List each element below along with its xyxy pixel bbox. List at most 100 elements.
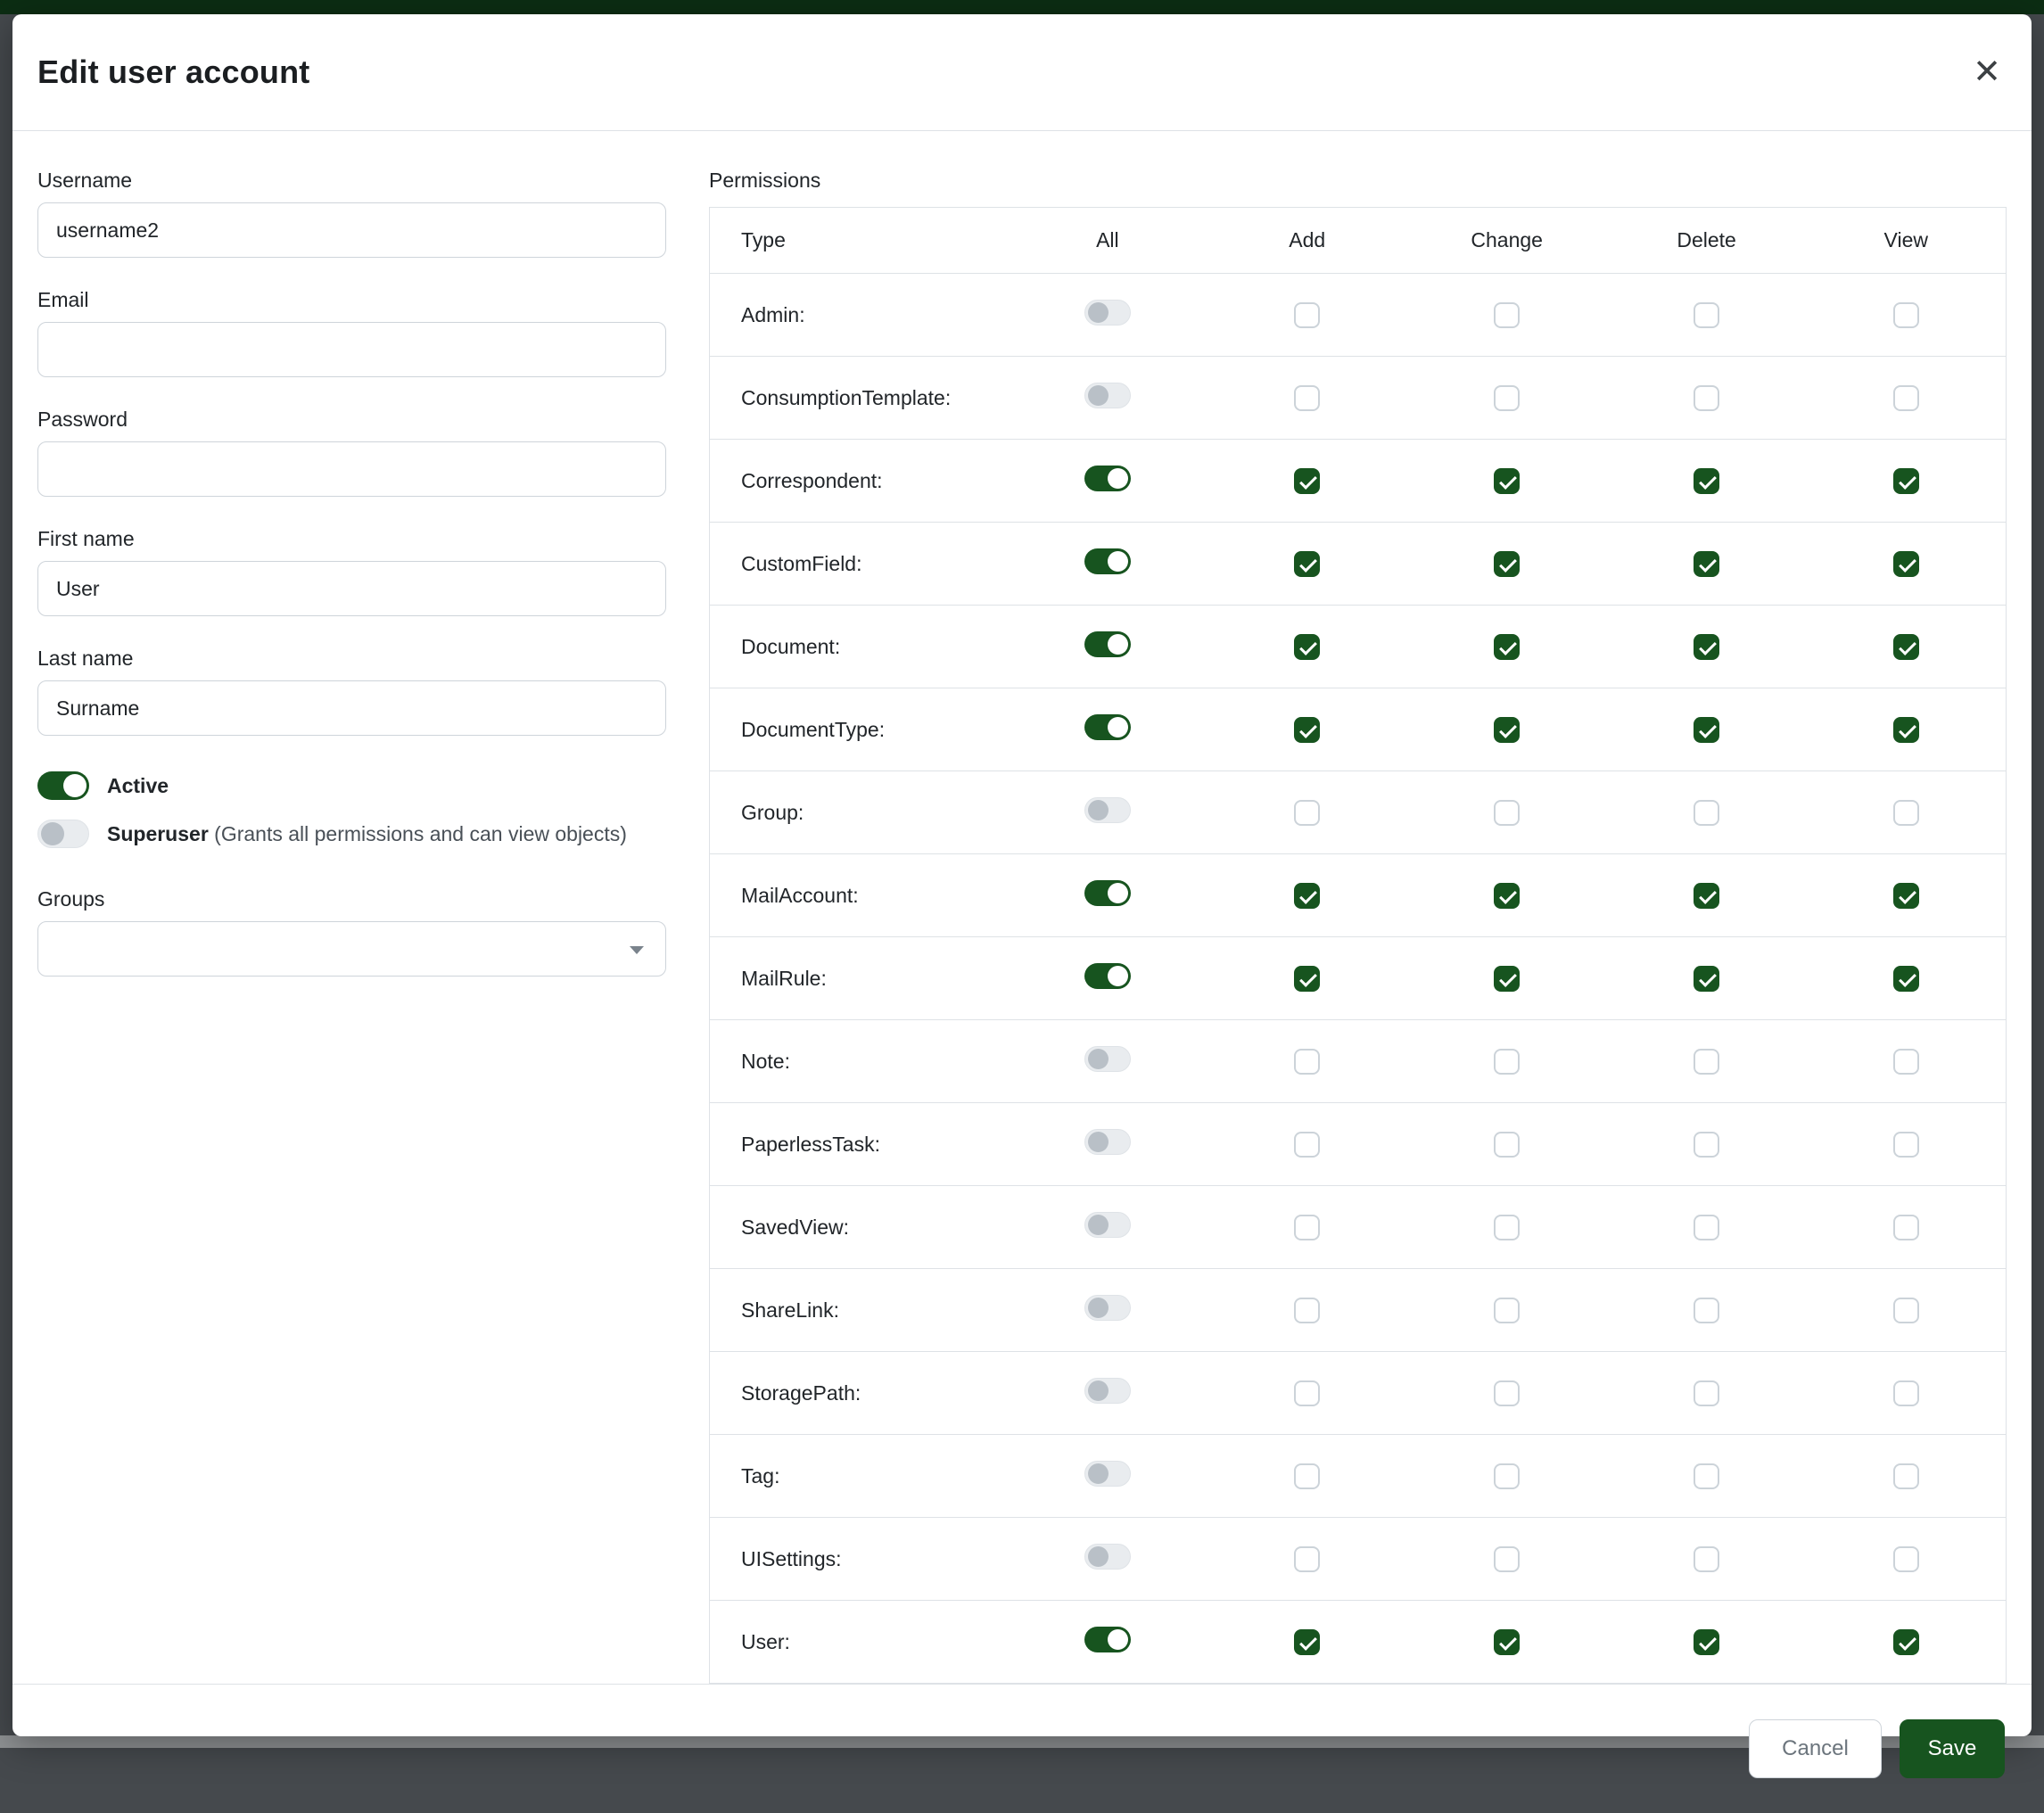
permission-change-checkbox[interactable]: [1494, 302, 1520, 328]
permission-change-checkbox[interactable]: [1494, 1629, 1520, 1655]
permission-change-checkbox[interactable]: [1494, 800, 1520, 826]
permission-add-checkbox[interactable]: [1294, 717, 1320, 743]
permission-add-checkbox[interactable]: [1294, 634, 1320, 660]
permission-change-checkbox[interactable]: [1494, 883, 1520, 909]
permission-delete-checkbox[interactable]: [1694, 385, 1719, 411]
permission-all-toggle[interactable]: [1084, 631, 1131, 657]
permission-change-checkbox[interactable]: [1494, 634, 1520, 660]
permission-all-toggle[interactable]: [1084, 466, 1131, 491]
permission-view-checkbox[interactable]: [1893, 800, 1919, 826]
permission-change-checkbox[interactable]: [1494, 717, 1520, 743]
permission-view-checkbox[interactable]: [1893, 551, 1919, 577]
permission-delete-checkbox[interactable]: [1694, 800, 1719, 826]
permission-view-checkbox[interactable]: [1893, 1463, 1919, 1489]
permission-view-checkbox[interactable]: [1893, 1215, 1919, 1240]
permission-change-checkbox[interactable]: [1494, 1132, 1520, 1158]
close-icon[interactable]: ✕: [1967, 55, 2007, 89]
permission-view-checkbox[interactable]: [1893, 468, 1919, 494]
permission-add-checkbox[interactable]: [1294, 1298, 1320, 1323]
permission-add-checkbox[interactable]: [1294, 1049, 1320, 1075]
permission-add-checkbox[interactable]: [1294, 883, 1320, 909]
permission-view-checkbox[interactable]: [1893, 1298, 1919, 1323]
permission-cell-all: [1008, 1020, 1207, 1103]
permission-add-checkbox[interactable]: [1294, 385, 1320, 411]
permission-view-checkbox[interactable]: [1893, 1546, 1919, 1572]
permission-delete-checkbox[interactable]: [1694, 1463, 1719, 1489]
permission-delete-checkbox[interactable]: [1694, 468, 1719, 494]
permission-view-checkbox[interactable]: [1893, 385, 1919, 411]
permission-all-toggle[interactable]: [1084, 1046, 1131, 1072]
permission-view-checkbox[interactable]: [1893, 634, 1919, 660]
permission-add-checkbox[interactable]: [1294, 966, 1320, 992]
permission-delete-checkbox[interactable]: [1694, 883, 1719, 909]
permission-all-toggle[interactable]: [1084, 797, 1131, 823]
password-input[interactable]: [37, 441, 666, 497]
permission-all-toggle[interactable]: [1084, 548, 1131, 574]
permission-delete-checkbox[interactable]: [1694, 1298, 1719, 1323]
permission-delete-checkbox[interactable]: [1694, 551, 1719, 577]
permission-delete-checkbox[interactable]: [1694, 634, 1719, 660]
permission-cell-all: [1008, 854, 1207, 937]
permission-change-checkbox[interactable]: [1494, 1546, 1520, 1572]
permission-all-toggle[interactable]: [1084, 1461, 1131, 1487]
permission-view-checkbox[interactable]: [1893, 1629, 1919, 1655]
permission-change-checkbox[interactable]: [1494, 1380, 1520, 1406]
active-toggle[interactable]: [37, 771, 89, 800]
permission-all-toggle[interactable]: [1084, 1129, 1131, 1155]
toggle-knob: [1088, 1463, 1109, 1484]
permission-delete-checkbox[interactable]: [1694, 1215, 1719, 1240]
save-button[interactable]: Save: [1900, 1719, 2005, 1778]
permission-view-checkbox[interactable]: [1893, 717, 1919, 743]
permission-add-checkbox[interactable]: [1294, 1380, 1320, 1406]
permission-change-checkbox[interactable]: [1494, 385, 1520, 411]
first-name-input[interactable]: [37, 561, 666, 616]
permission-add-checkbox[interactable]: [1294, 1132, 1320, 1158]
cancel-button[interactable]: Cancel: [1749, 1719, 1882, 1778]
permission-view-checkbox[interactable]: [1893, 1132, 1919, 1158]
permission-all-toggle[interactable]: [1084, 963, 1131, 989]
permission-view-checkbox[interactable]: [1893, 966, 1919, 992]
permission-add-checkbox[interactable]: [1294, 302, 1320, 328]
permission-delete-checkbox[interactable]: [1694, 1546, 1719, 1572]
permission-all-toggle[interactable]: [1084, 383, 1131, 408]
permission-all-toggle[interactable]: [1084, 880, 1131, 906]
permission-all-toggle[interactable]: [1084, 1212, 1131, 1238]
email-input[interactable]: [37, 322, 666, 377]
permission-all-toggle[interactable]: [1084, 714, 1131, 740]
permission-change-checkbox[interactable]: [1494, 1049, 1520, 1075]
permission-all-toggle[interactable]: [1084, 1295, 1131, 1321]
permission-all-toggle[interactable]: [1084, 1378, 1131, 1404]
permission-all-toggle[interactable]: [1084, 1627, 1131, 1652]
permission-change-checkbox[interactable]: [1494, 468, 1520, 494]
username-input[interactable]: [37, 202, 666, 258]
permission-delete-checkbox[interactable]: [1694, 1049, 1719, 1075]
permission-add-checkbox[interactable]: [1294, 468, 1320, 494]
groups-select[interactable]: [37, 921, 666, 977]
permission-delete-checkbox[interactable]: [1694, 966, 1719, 992]
permission-delete-checkbox[interactable]: [1694, 302, 1719, 328]
permission-all-toggle[interactable]: [1084, 1544, 1131, 1570]
permission-change-checkbox[interactable]: [1494, 1298, 1520, 1323]
permission-add-checkbox[interactable]: [1294, 800, 1320, 826]
permission-add-checkbox[interactable]: [1294, 551, 1320, 577]
permission-delete-checkbox[interactable]: [1694, 1629, 1719, 1655]
last-name-input[interactable]: [37, 680, 666, 736]
permission-view-checkbox[interactable]: [1893, 1380, 1919, 1406]
permission-type-label: Tag:: [710, 1435, 1008, 1518]
permission-view-checkbox[interactable]: [1893, 302, 1919, 328]
permission-delete-checkbox[interactable]: [1694, 1132, 1719, 1158]
permission-add-checkbox[interactable]: [1294, 1215, 1320, 1240]
permission-change-checkbox[interactable]: [1494, 1215, 1520, 1240]
permission-change-checkbox[interactable]: [1494, 1463, 1520, 1489]
permission-view-checkbox[interactable]: [1893, 1049, 1919, 1075]
permission-add-checkbox[interactable]: [1294, 1463, 1320, 1489]
permission-delete-checkbox[interactable]: [1694, 1380, 1719, 1406]
superuser-toggle[interactable]: [37, 820, 89, 848]
permission-delete-checkbox[interactable]: [1694, 717, 1719, 743]
permission-add-checkbox[interactable]: [1294, 1629, 1320, 1655]
permission-change-checkbox[interactable]: [1494, 966, 1520, 992]
permission-change-checkbox[interactable]: [1494, 551, 1520, 577]
permission-view-checkbox[interactable]: [1893, 883, 1919, 909]
permission-all-toggle[interactable]: [1084, 300, 1131, 326]
permission-add-checkbox[interactable]: [1294, 1546, 1320, 1572]
